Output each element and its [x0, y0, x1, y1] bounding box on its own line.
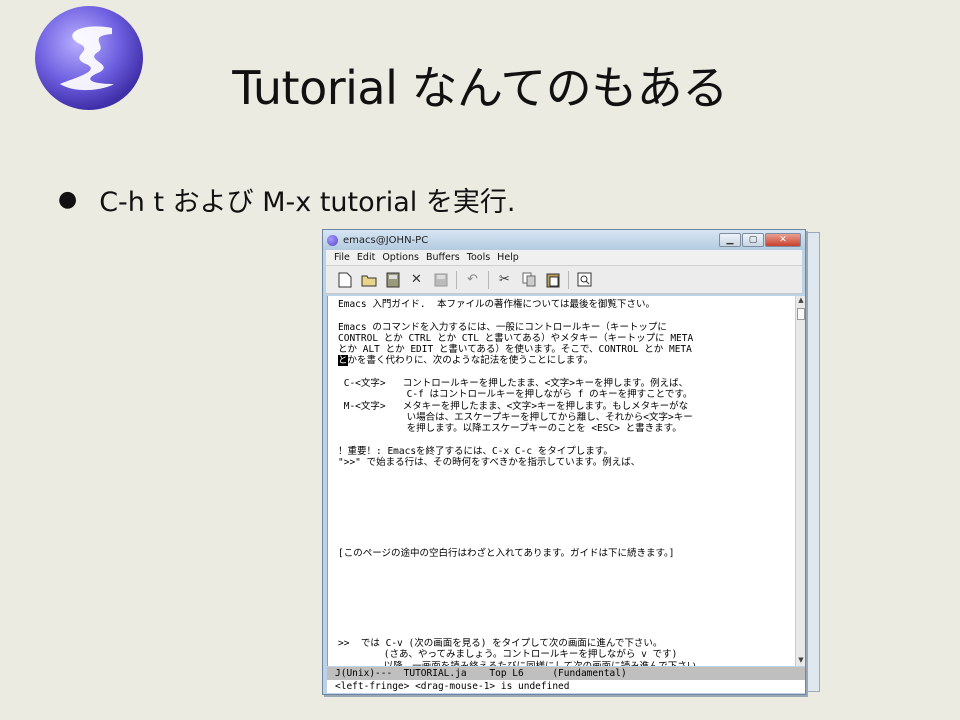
search-icon[interactable]: [576, 271, 593, 288]
new-file-icon[interactable]: [336, 271, 353, 288]
toolbar-separator: [488, 270, 489, 289]
copy-icon[interactable]: [520, 271, 537, 288]
buffer-line: を押します。以降エスケープキーのことを <ESC> と書きます。: [338, 423, 682, 435]
buffer-line: [338, 514, 797, 525]
buffer-line: ">>" で始まる行は、その時何をすべきかを指示しています。例えば、: [338, 457, 641, 469]
menu-options[interactable]: Options: [382, 252, 419, 263]
paste-icon[interactable]: [544, 271, 561, 288]
close-button[interactable]: ✕: [765, 233, 801, 247]
emacs-window: emacs@JOHN-PC ▁ ▢ ✕ File Edit Options Bu…: [322, 229, 806, 695]
buffer-line: C-<文字> コントロールキーを押したまま、<文字>キーを押します。例えば、: [338, 378, 689, 390]
buffer-line: とかを書く代わりに、次のような記法を使うことにします。: [338, 355, 594, 367]
buffer-line: CONTROL とか CTRL とか CTL と書いてある）やメタキー（キートッ…: [338, 332, 694, 344]
cut-icon[interactable]: ✂: [496, 271, 513, 288]
toolbar-separator: [568, 270, 569, 289]
bullet-text: C-h t および M-x tutorial を実行.: [99, 187, 516, 218]
close-x-icon[interactable]: ✕: [408, 271, 425, 288]
buffer-line: [338, 468, 797, 479]
buffer-line: [338, 604, 797, 615]
buffer-line: [338, 502, 797, 513]
buffer-line: い場合は、エスケープキーを押してから離し、それから<文字>キー: [338, 411, 693, 423]
buffer-line: [338, 615, 797, 626]
bullet-item: ● C-h t および M-x tutorial を実行.: [58, 180, 515, 219]
buffer-line: 以降、一画面を読み終えるたびに同様にして次の画面に読み進んで下さい。: [338, 660, 706, 667]
window-titlebar[interactable]: emacs@JOHN-PC ▁ ▢ ✕: [323, 230, 805, 250]
scrollbar-thumb[interactable]: [797, 308, 805, 320]
buffer-line: [338, 570, 797, 581]
open-folder-icon[interactable]: [360, 271, 377, 288]
menubar: File Edit Options Buffers Tools Help: [326, 250, 802, 266]
buffer-line: >> では C-v (次の画面を見る) をタイプして次の画面に進んで下さい。: [338, 637, 663, 649]
scroll-up-icon[interactable]: ▲: [796, 296, 806, 306]
menu-buffers[interactable]: Buffers: [426, 252, 460, 263]
background-window-edge: [806, 232, 820, 692]
buffer-line: とか ALT とか EDIT と書いてある）を使います。そこで、CONTROL …: [338, 344, 692, 356]
maximize-button[interactable]: ▢: [742, 233, 764, 247]
menu-help[interactable]: Help: [497, 252, 519, 263]
bullet-dot-icon: ●: [58, 187, 78, 212]
save-file-icon[interactable]: [384, 271, 401, 288]
text-cursor: と: [338, 355, 348, 367]
menu-edit[interactable]: Edit: [357, 252, 375, 263]
window-title: emacs@JOHN-PC: [343, 234, 429, 246]
menu-file[interactable]: File: [334, 252, 350, 263]
buffer-line: [338, 559, 797, 570]
buffer-line: [338, 593, 797, 604]
buffer-line: [338, 367, 797, 378]
slide-title: Tutorial なんてのもある: [232, 61, 728, 115]
vertical-scrollbar[interactable]: ▲ ▼: [795, 296, 805, 666]
buffer-text-area[interactable]: Emacs 入門ガイド. 本ファイルの著作権については最後を御覧下さい。 Ema…: [327, 296, 797, 666]
buffer-line: [このページの途中の空白行はわざと入れてあります。ガイドは下に続きます。]: [338, 547, 675, 559]
buffer-line: [338, 435, 797, 446]
toolbar: ✕ ↶ ✂: [326, 266, 802, 294]
buffer-line: [338, 581, 797, 592]
emacs-app-icon: [327, 234, 338, 246]
scroll-down-icon[interactable]: ▼: [796, 656, 806, 666]
buffer-line: [338, 627, 797, 638]
buffer-line: [338, 491, 797, 502]
buffer-line: [338, 536, 797, 547]
mode-line: J(Unix)--- TUTORIAL.ja Top L6 (Fundament…: [327, 667, 805, 680]
buffer-line: Emacs のコマンドを入力するには、一般にコントロールキー（キートップに: [338, 321, 667, 333]
buffer-line: [338, 310, 797, 321]
buffer-line: C-f はコントロールキーを押しながら f のキーを押すことです。: [338, 389, 693, 401]
buffer-line: [338, 525, 797, 536]
minimize-button[interactable]: ▁: [719, 233, 741, 247]
buffer-line: Emacs 入門ガイド. 本ファイルの著作権については最後を御覧下さい。: [338, 299, 656, 310]
buffer-line: (さあ、やってみましょう。コントロールキーを押しながら v です): [338, 649, 678, 661]
buffer-line: [338, 480, 797, 491]
menu-tools[interactable]: Tools: [467, 252, 490, 263]
minibuffer[interactable]: <left-fringe> <drag-mouse-1> is undefine…: [327, 680, 805, 693]
toolbar-separator: [456, 270, 457, 289]
buffer-line: ！重要！: Emacsを終了するには、C-x C-c をタイプします。: [338, 445, 613, 457]
buffer-line: M-<文字> メタキーを押したまま、<文字>キーを押します。もしメタキーがな: [338, 400, 689, 412]
undo-icon[interactable]: ↶: [464, 271, 481, 288]
save-disabled-icon: [432, 271, 449, 288]
